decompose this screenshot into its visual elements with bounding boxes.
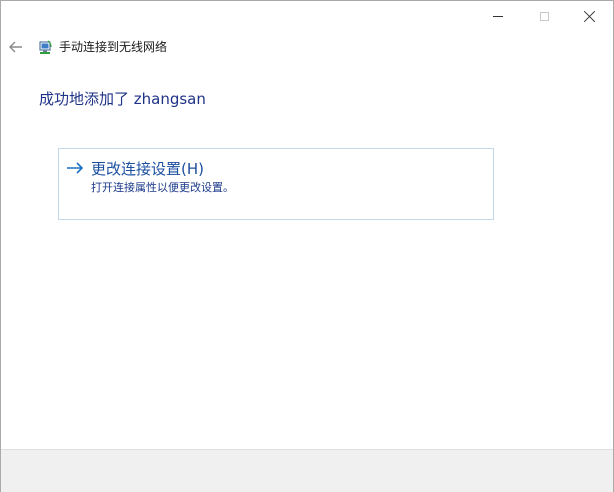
maximize-icon — [539, 11, 549, 21]
minimize-button[interactable] — [475, 1, 521, 31]
back-button[interactable] — [7, 38, 25, 56]
minimize-icon — [493, 15, 503, 17]
close-icon — [584, 10, 596, 22]
change-connection-settings-link[interactable]: 更改连接设置(H) 打开连接属性以便更改设置。 — [58, 148, 494, 220]
back-arrow-icon — [9, 41, 22, 53]
button-bar — [1, 449, 613, 492]
maximize-button[interactable] — [521, 1, 567, 31]
task-link-title: 更改连接设置(H) — [91, 160, 204, 178]
page-title: 成功地添加了 zhangsan — [39, 90, 206, 108]
wizard-window: 手动连接到无线网络 成功地添加了 zhangsan 更改连接设置(H) 打开连接… — [0, 0, 614, 492]
close-button[interactable] — [567, 1, 613, 31]
right-arrow-icon — [67, 162, 84, 174]
wizard-title: 手动连接到无线网络 — [59, 40, 168, 54]
wireless-network-icon — [38, 39, 54, 55]
task-link-description: 打开连接属性以便更改设置。 — [91, 181, 234, 194]
